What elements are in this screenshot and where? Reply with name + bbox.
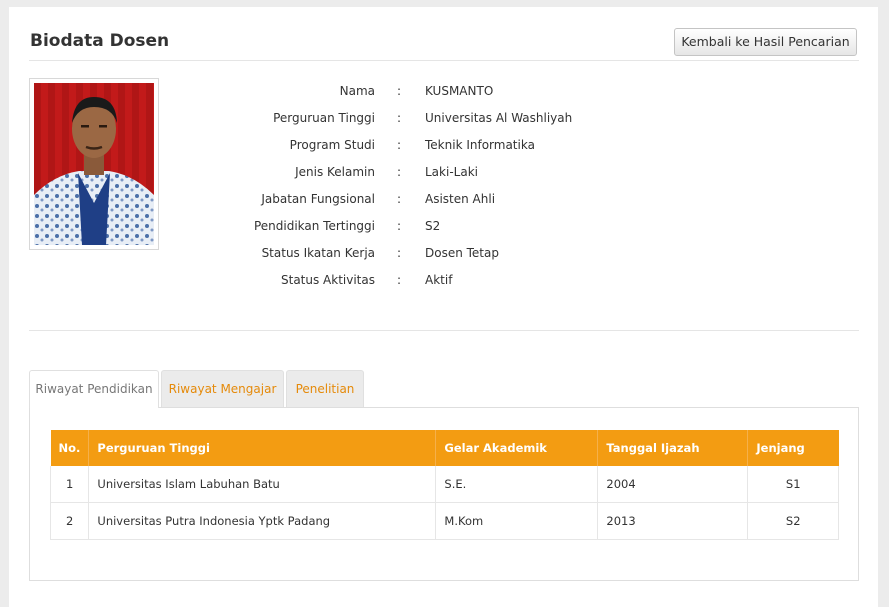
bio-value: Teknik Informatika bbox=[425, 138, 535, 152]
column-header-gelar-akademik: Gelar Akademik bbox=[435, 430, 599, 466]
bio-label: Program Studi bbox=[289, 138, 375, 152]
back-to-results-button[interactable]: Kembali ke Hasil Pencarian bbox=[674, 28, 857, 56]
portrait-image bbox=[34, 83, 154, 245]
column-header-tanggal-ijazah: Tanggal Ijazah bbox=[597, 430, 749, 466]
cell-no: 1 bbox=[49, 466, 90, 503]
tab-riwayat-mengajar[interactable]: Riwayat Mengajar bbox=[161, 370, 284, 407]
bio-value: Universitas Al Washliyah bbox=[425, 111, 573, 125]
bio-value: Laki-Laki bbox=[425, 165, 478, 179]
bio-value: Aktif bbox=[425, 273, 453, 287]
bio-value: S2 bbox=[425, 219, 441, 233]
bio-value: KUSMANTO bbox=[425, 84, 494, 98]
bio-colon: : bbox=[397, 84, 402, 98]
bio-colon: : bbox=[397, 138, 402, 152]
bio-label: Jabatan Fungsional bbox=[261, 192, 375, 206]
lecturer-photo bbox=[34, 83, 154, 245]
divider bbox=[29, 330, 859, 331]
cell-gelar-akademik: M.Kom bbox=[435, 502, 599, 540]
bio-label: Jenis Kelamin bbox=[295, 165, 375, 179]
education-table: No. Perguruan Tinggi Gelar Akademik Tang… bbox=[49, 430, 839, 540]
bio-colon: : bbox=[397, 246, 402, 260]
page-title: Biodata Dosen bbox=[30, 31, 170, 51]
cell-no: 2 bbox=[49, 502, 90, 540]
cell-tanggal-ijazah: 2004 bbox=[597, 466, 749, 503]
bio-colon: : bbox=[397, 273, 402, 287]
divider bbox=[29, 60, 859, 61]
tab-panel-riwayat-pendidikan: No. Perguruan Tinggi Gelar Akademik Tang… bbox=[29, 407, 859, 581]
column-header-jenjang: Jenjang bbox=[747, 430, 839, 466]
bio-value: Dosen Tetap bbox=[425, 246, 499, 260]
cell-jenjang: S1 bbox=[747, 466, 839, 503]
lecturer-photo-frame bbox=[29, 78, 159, 250]
cell-perguruan-tinggi: Universitas Islam Labuhan Batu bbox=[88, 466, 437, 503]
bio-colon: : bbox=[397, 111, 402, 125]
tab-penelitian[interactable]: Penelitian bbox=[286, 370, 364, 407]
bio-colon: : bbox=[397, 165, 402, 179]
column-header-perguruan-tinggi: Perguruan Tinggi bbox=[88, 430, 437, 466]
table-row: 2 Universitas Putra Indonesia Yptk Padan… bbox=[49, 502, 839, 540]
cell-perguruan-tinggi: Universitas Putra Indonesia Yptk Padang bbox=[88, 502, 437, 540]
table-header-row: No. Perguruan Tinggi Gelar Akademik Tang… bbox=[50, 430, 839, 466]
tab-riwayat-pendidikan[interactable]: Riwayat Pendidikan bbox=[29, 370, 159, 408]
cell-gelar-akademik: S.E. bbox=[435, 466, 599, 503]
bio-label: Status Aktivitas bbox=[281, 273, 375, 287]
biodata-card: Biodata Dosen Kembali ke Hasil Pencarian bbox=[9, 7, 878, 607]
cell-jenjang: S2 bbox=[747, 502, 839, 540]
bio-label: Status Ikatan Kerja bbox=[261, 246, 375, 260]
table-row: 1 Universitas Islam Labuhan Batu S.E. 20… bbox=[49, 466, 839, 503]
column-header-no: No. bbox=[50, 430, 90, 466]
bio-label: Perguruan Tinggi bbox=[273, 111, 375, 125]
bio-value: Asisten Ahli bbox=[425, 192, 496, 206]
cell-tanggal-ijazah: 2013 bbox=[597, 502, 749, 540]
bio-colon: : bbox=[397, 192, 402, 206]
bio-label: Nama bbox=[339, 84, 375, 98]
bio-colon: : bbox=[397, 219, 402, 233]
bio-label: Pendidikan Tertinggi bbox=[253, 219, 375, 233]
